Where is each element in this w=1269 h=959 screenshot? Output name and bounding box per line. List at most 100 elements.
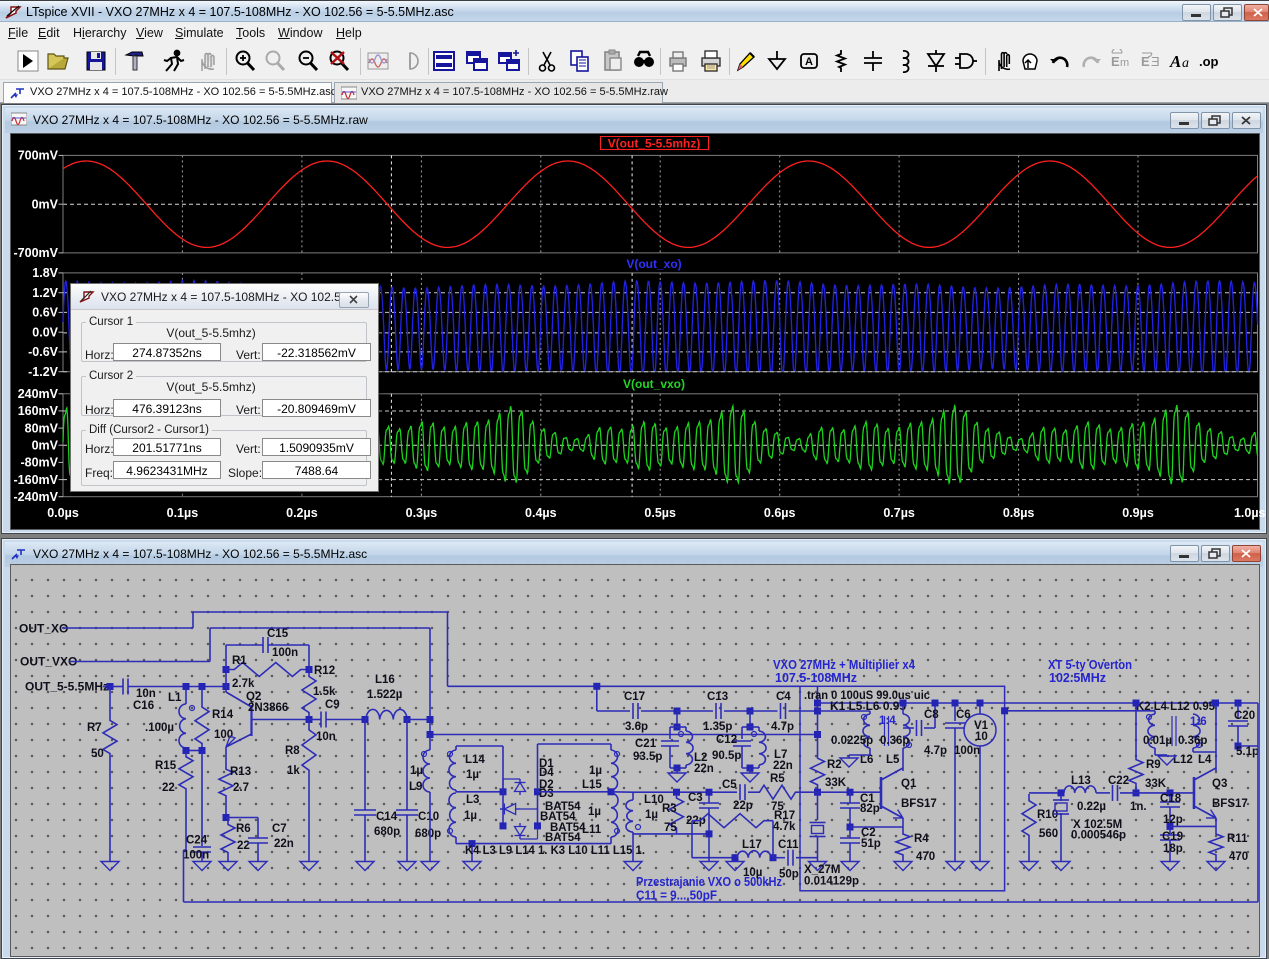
svg-text:L10: L10 [644, 794, 664, 806]
svg-text:C12: C12 [716, 734, 737, 746]
svg-text:R3: R3 [662, 803, 677, 815]
svg-text:10µ: 10µ [743, 867, 762, 879]
svg-text:100n: 100n [954, 745, 980, 757]
svg-text:50: 50 [91, 748, 104, 760]
svg-text:OUT_XO: OUT_XO [19, 622, 68, 636]
svg-text:C14: C14 [376, 811, 398, 823]
svg-text:1:6: 1:6 [1190, 716, 1207, 728]
svg-text:BFS17: BFS17 [1212, 798, 1248, 810]
svg-text:C3: C3 [688, 792, 703, 804]
svg-text:100n: 100n [272, 647, 298, 659]
svg-text:1.5k: 1.5k [313, 686, 336, 698]
svg-text:C10: C10 [418, 811, 439, 823]
svg-text:XT 5-ty Overton: XT 5-ty Overton [1048, 658, 1132, 672]
svg-text:10: 10 [975, 731, 988, 743]
svg-text:1n.: 1n. [1130, 801, 1147, 813]
svg-text:C24: C24 [186, 835, 208, 847]
svg-text:Q1: Q1 [901, 778, 917, 790]
svg-text:L13: L13 [1071, 775, 1091, 787]
svg-text:93.5p: 93.5p [633, 751, 662, 763]
svg-text:C7: C7 [272, 823, 287, 835]
svg-text:Q3: Q3 [1212, 778, 1227, 790]
svg-text:5.1p: 5.1p [1236, 746, 1259, 758]
svg-text:100: 100 [214, 729, 233, 741]
svg-text:4.7p: 4.7p [924, 745, 947, 757]
svg-text:22n: 22n [773, 760, 793, 772]
svg-text:D3: D3 [539, 788, 554, 800]
svg-text:R5: R5 [770, 773, 785, 785]
svg-text:50p: 50p [779, 869, 799, 881]
svg-text:470: 470 [916, 851, 935, 863]
svg-text:680p: 680p [374, 826, 400, 838]
svg-text:R11: R11 [1227, 833, 1248, 845]
svg-text:4.7p: 4.7p [771, 721, 794, 733]
svg-text:22: 22 [237, 840, 250, 852]
svg-text:680p: 680p [415, 828, 441, 840]
svg-text:2N3866: 2N3866 [248, 702, 288, 714]
svg-text:C5: C5 [722, 779, 737, 791]
svg-text:0.0225p: 0.0225p [831, 735, 873, 747]
svg-text:0.000546p: 0.000546p [1071, 830, 1126, 842]
svg-text:C15: C15 [267, 628, 289, 640]
svg-text:L17: L17 [742, 839, 762, 851]
svg-text:BFS17: BFS17 [901, 798, 937, 810]
svg-text:102.5MHz: 102.5MHz [1049, 671, 1106, 685]
svg-text:K4 L3 L9 L14 1. K3 L10 L11 L15: K4 L3 L9 L14 1. K3 L10 L11 L15 1. [465, 843, 645, 857]
svg-text:33K: 33K [825, 777, 847, 789]
svg-text:X_27M: X_27M [804, 864, 840, 876]
svg-text:2.7k: 2.7k [232, 678, 255, 690]
svg-text:0.01µ: 0.01µ [1143, 735, 1172, 747]
svg-text:.tran 0 100uS 99.0us uic: .tran 0 100uS 99.0us uic [804, 688, 930, 702]
svg-text:OUT_5-5.5MHz: OUT_5-5.5MHz [25, 680, 109, 694]
svg-text:12p: 12p [1163, 814, 1183, 826]
svg-text:R7: R7 [87, 722, 102, 734]
svg-text:C4: C4 [776, 691, 791, 703]
svg-text:1µ: 1µ [645, 809, 658, 821]
svg-text:22: 22 [162, 782, 175, 794]
svg-text:22n: 22n [694, 763, 714, 775]
svg-text:1µ: 1µ [464, 810, 477, 822]
svg-text:51p: 51p [861, 838, 881, 850]
svg-text:82p: 82p [860, 803, 880, 815]
svg-text:4.7k: 4.7k [773, 821, 796, 833]
svg-text:10n: 10n [316, 731, 336, 743]
svg-text:33K: 33K [1145, 778, 1167, 790]
svg-text:2.7: 2.7 [233, 782, 249, 794]
svg-text:R4: R4 [914, 833, 929, 845]
svg-text:R9: R9 [1146, 759, 1161, 771]
svg-text:C11 = 9....50pF: C11 = 9....50pF [636, 889, 717, 903]
svg-text:L3: L3 [466, 794, 479, 806]
svg-text:1µ: 1µ [410, 765, 423, 777]
svg-text:C20: C20 [1234, 710, 1255, 722]
svg-text:D4: D4 [539, 767, 554, 779]
svg-text:0.36p: 0.36p [880, 735, 909, 747]
svg-text:22n: 22n [274, 838, 294, 850]
svg-text:K2 L4 L12 0.95: K2 L4 L12 0.95 [1136, 699, 1215, 713]
svg-text:18p: 18p [1163, 843, 1183, 855]
svg-text:L14: L14 [465, 754, 485, 766]
svg-text:L16: L16 [375, 674, 395, 686]
svg-text:R8: R8 [285, 745, 300, 757]
svg-text:L5: L5 [886, 754, 900, 766]
svg-text:C8: C8 [924, 709, 939, 721]
svg-text:VXO 27MHz + Multiplier x4: VXO 27MHz + Multiplier x4 [773, 658, 915, 672]
svg-text:0.014129p: 0.014129p [804, 876, 859, 888]
svg-text:1k: 1k [287, 765, 300, 777]
svg-text:1µ: 1µ [588, 806, 601, 818]
svg-text:C19: C19 [1162, 831, 1183, 843]
svg-text:C11: C11 [778, 839, 799, 851]
svg-text:OUT_VXO: OUT_VXO [20, 655, 77, 669]
svg-text:L11: L11 [582, 824, 602, 836]
svg-text:1:4: 1:4 [879, 715, 896, 727]
svg-text:C9: C9 [325, 699, 340, 711]
svg-text:0.36p: 0.36p [1178, 735, 1207, 747]
svg-text:L9: L9 [409, 781, 422, 793]
svg-text:C13: C13 [707, 691, 728, 703]
svg-text:C16: C16 [133, 700, 154, 712]
svg-text:C22: C22 [1108, 775, 1129, 787]
svg-text:R2: R2 [827, 759, 842, 771]
svg-text:10n: 10n [136, 688, 156, 700]
svg-text:75: 75 [664, 822, 677, 834]
svg-text:1.522µ: 1.522µ [367, 689, 402, 701]
svg-text:1µ: 1µ [589, 765, 602, 777]
